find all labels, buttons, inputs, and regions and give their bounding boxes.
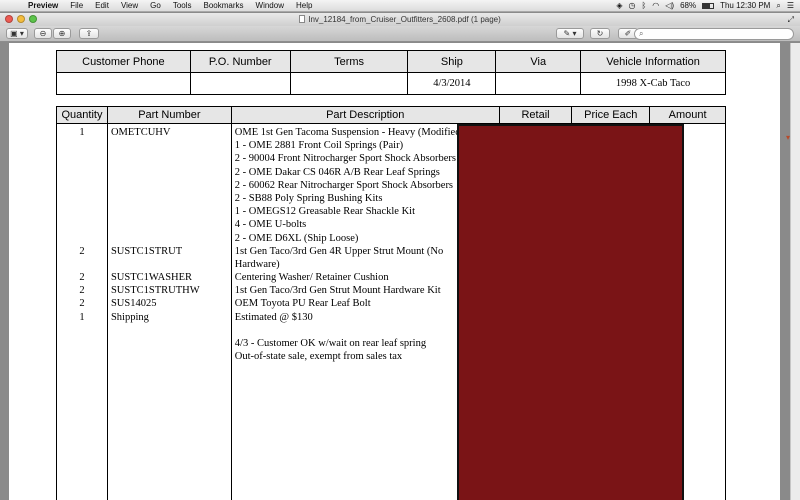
- battery-icon[interactable]: [702, 2, 715, 9]
- value-customer-phone: [56, 72, 191, 95]
- menu-help[interactable]: Help: [290, 1, 318, 10]
- quantity-cell: [57, 152, 107, 165]
- header-quantity: Quantity: [56, 106, 108, 124]
- order-info-table: Customer Phone P.O. Number Terms Ship Vi…: [56, 50, 726, 95]
- quantity-cell: [57, 179, 107, 192]
- part-number-cell: [108, 179, 231, 192]
- value-terms: [289, 72, 409, 95]
- menu-file[interactable]: File: [64, 1, 89, 10]
- menu-bookmarks[interactable]: Bookmarks: [198, 1, 250, 10]
- part-number-cell: [108, 192, 231, 205]
- rotate-button[interactable]: ↻: [590, 28, 610, 39]
- quantity-cell: [57, 192, 107, 205]
- document-area[interactable]: Customer Phone P.O. Number Terms Ship Vi…: [0, 43, 790, 500]
- menu-go[interactable]: Go: [144, 1, 167, 10]
- zoom-out-button[interactable]: ⊖: [34, 28, 52, 39]
- part-number-cell: SUSTC1STRUTHW: [110, 285, 200, 297]
- window-title: Inv_12184_from_Cruiser_Outfitters_2608.p…: [0, 15, 800, 24]
- menu-tools[interactable]: Tools: [167, 1, 198, 10]
- view-menu-button[interactable]: ▣ ▾: [6, 28, 28, 39]
- header-ship: Ship: [407, 50, 497, 73]
- search-field[interactable]: ⌕: [634, 28, 794, 40]
- spotlight-icon[interactable]: ⌕: [776, 1, 780, 11]
- pdf-document-icon[interactable]: [299, 15, 306, 23]
- quantity-cell: 2: [79, 245, 85, 257]
- dropbox-icon[interactable]: ◈: [616, 1, 622, 10]
- vertical-scrollbar[interactable]: [790, 43, 800, 500]
- part-number-cell: [108, 205, 231, 218]
- quantity-cell: 2: [79, 285, 85, 297]
- part-number-cell: SUSTC1STRUT: [110, 245, 183, 257]
- header-po-number: P.O. Number: [189, 50, 291, 73]
- quantity-cell: [57, 166, 107, 179]
- part-number-cell: Shipping: [110, 311, 149, 323]
- part-number-cell: [108, 258, 231, 271]
- quantity-cell: [57, 258, 107, 271]
- value-via: [495, 72, 582, 95]
- bluetooth-icon[interactable]: ᛒ: [641, 1, 646, 10]
- header-part-description: Part Description: [230, 106, 500, 124]
- menu-bar: Preview File Edit View Go Tools Bookmark…: [0, 0, 800, 12]
- header-retail: Retail: [498, 106, 573, 124]
- header-customer-phone: Customer Phone: [56, 50, 191, 73]
- part-number-cell: OMETCUHV: [110, 127, 171, 138]
- notification-center-icon[interactable]: ☰: [787, 1, 794, 10]
- header-via: Via: [495, 50, 582, 73]
- search-icon: ⌕: [639, 29, 644, 38]
- part-number-cell: [108, 166, 231, 179]
- status-area: ◈ ◷ ᛒ ◠ ◁) 68% Thu 12:30 PM ⌕ ☰: [616, 1, 800, 11]
- volume-icon[interactable]: ◁): [665, 1, 674, 10]
- time-machine-icon[interactable]: ◷: [628, 1, 635, 10]
- share-button[interactable]: ⇪: [79, 28, 99, 39]
- part-number-cell: [108, 218, 231, 231]
- quantity-cell: 2: [79, 272, 85, 284]
- part-number-cell: [108, 232, 231, 245]
- quantity-cell: 1: [79, 127, 85, 138]
- redacted-pricing-block: [457, 124, 684, 500]
- quantity-cell: [57, 205, 107, 218]
- zoom-in-button[interactable]: ⊕: [53, 28, 71, 39]
- line-items-header-row: Quantity Part Number Part Description Re…: [56, 106, 726, 124]
- value-ship-date: 4/3/2014: [407, 72, 497, 95]
- order-info-header-row: Customer Phone P.O. Number Terms Ship Vi…: [56, 50, 726, 73]
- window-title-text: Inv_12184_from_Cruiser_Outfitters_2608.p…: [308, 15, 501, 24]
- part-number-cell: SUSTC1WASHER: [110, 272, 193, 284]
- quantity-column: 122221: [56, 123, 108, 500]
- part-number-cell: SUS14025: [110, 298, 157, 310]
- quantity-cell: [57, 232, 107, 245]
- header-price-each: Price Each: [571, 106, 651, 124]
- value-vehicle-information: 1998 X-Cab Taco: [580, 72, 726, 95]
- menu-edit[interactable]: Edit: [89, 1, 115, 10]
- part-number-column: OMETCUHV SUSTC1STRUT SUSTC1WASHER SUSTC1STR…: [106, 123, 232, 500]
- wifi-icon[interactable]: ◠: [652, 1, 659, 10]
- header-part-number: Part Number: [106, 106, 232, 124]
- header-vehicle-information: Vehicle Information: [580, 50, 726, 73]
- quantity-cell: [57, 139, 107, 152]
- toolbar: ▣ ▾ ⊖ ⊕ ⇪ ✎ ▾ ↻ ✐ ⌕: [0, 26, 800, 42]
- quantity-cell: 2: [79, 298, 85, 310]
- menu-window[interactable]: Window: [250, 1, 290, 10]
- quantity-cell: [57, 218, 107, 231]
- pdf-page: Customer Phone P.O. Number Terms Ship Vi…: [9, 43, 780, 500]
- header-terms: Terms: [289, 50, 409, 73]
- part-number-cell: [108, 152, 231, 165]
- battery-percent[interactable]: 68%: [680, 1, 696, 10]
- window-title-bar: Inv_12184_from_Cruiser_Outfitters_2608.p…: [0, 13, 800, 26]
- part-number-cell: [108, 139, 231, 152]
- header-amount: Amount: [649, 106, 726, 124]
- menu-app-name[interactable]: Preview: [22, 1, 64, 10]
- menu-view[interactable]: View: [115, 1, 144, 10]
- value-po-number: [189, 72, 291, 95]
- clock[interactable]: Thu 12:30 PM: [720, 1, 770, 10]
- order-info-values-row: 4/3/2014 1998 X-Cab Taco: [56, 72, 726, 95]
- fullscreen-icon[interactable]: ⤢: [788, 15, 794, 25]
- annotate-button[interactable]: ✎ ▾: [556, 28, 584, 39]
- quantity-cell: 1: [79, 311, 85, 323]
